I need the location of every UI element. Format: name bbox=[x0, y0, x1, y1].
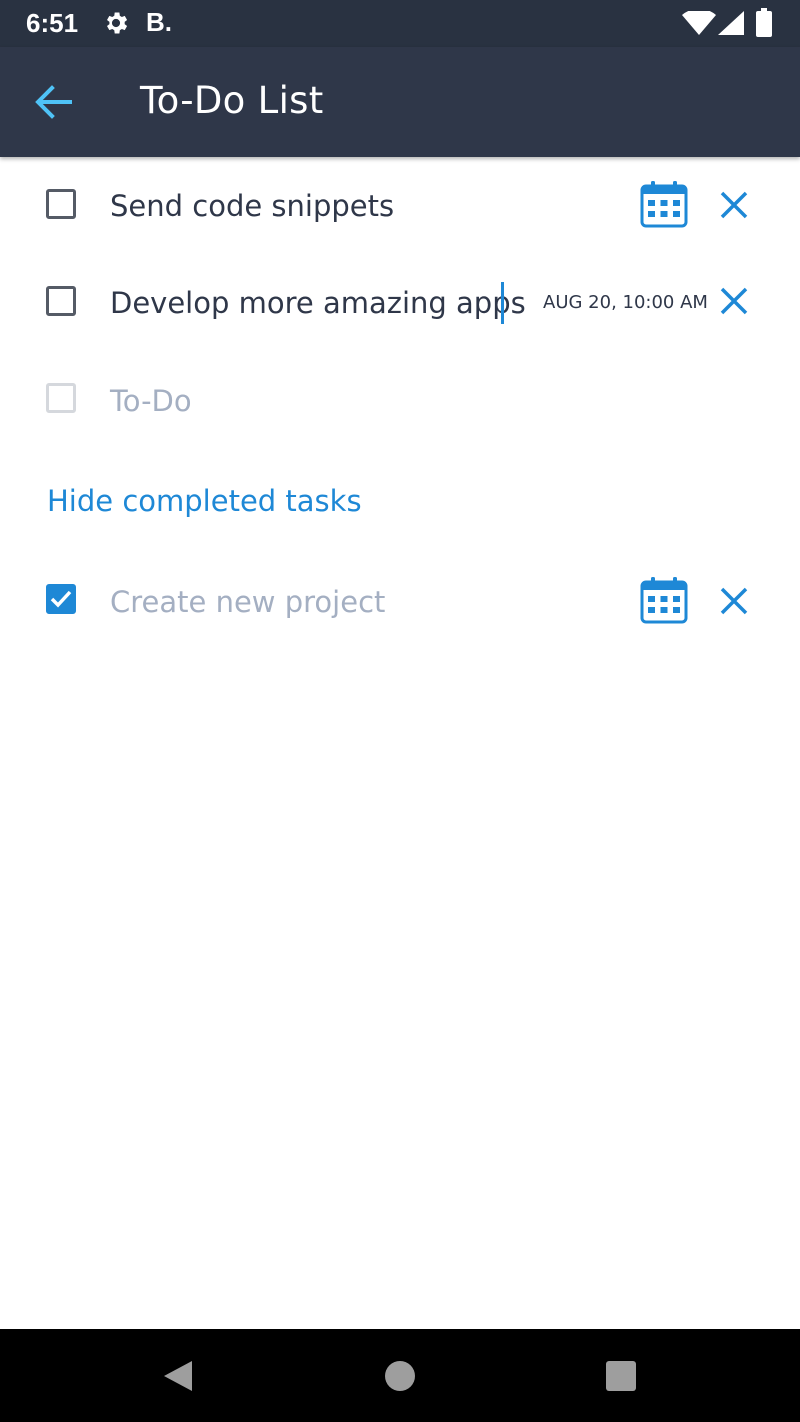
due-date-label[interactable]: AUG 20, 10:00 AM bbox=[543, 292, 708, 313]
gear-icon bbox=[102, 9, 130, 37]
task-checkbox[interactable] bbox=[46, 189, 76, 219]
app-indicator: B. bbox=[146, 7, 172, 37]
task-text[interactable]: Develop more amazing apps bbox=[110, 286, 526, 320]
close-icon[interactable] bbox=[718, 189, 750, 221]
recents-square-icon[interactable] bbox=[606, 1361, 636, 1391]
home-circle-icon[interactable] bbox=[385, 1361, 415, 1391]
battery-icon bbox=[756, 8, 772, 37]
signal-icon bbox=[718, 11, 744, 35]
calendar-icon[interactable] bbox=[640, 576, 688, 624]
task-text[interactable]: Create new project bbox=[110, 585, 385, 619]
text-cursor bbox=[501, 282, 504, 324]
app-bar: To-Do List bbox=[0, 47, 800, 157]
calendar-icon[interactable] bbox=[640, 180, 688, 228]
task-checkbox[interactable] bbox=[46, 286, 76, 316]
page-title: To-Do List bbox=[140, 79, 324, 122]
hide-completed-tasks-link[interactable]: Hide completed tasks bbox=[47, 484, 362, 518]
close-icon[interactable] bbox=[718, 585, 750, 617]
task-text[interactable]: Send code snippets bbox=[110, 189, 394, 223]
status-bar: 6:51 B. bbox=[0, 0, 800, 47]
task-checkbox-checked[interactable] bbox=[46, 584, 76, 614]
new-task-input[interactable]: To-Do bbox=[110, 384, 192, 418]
back-triangle-icon[interactable] bbox=[162, 1359, 194, 1393]
wifi-icon bbox=[682, 8, 716, 35]
close-icon[interactable] bbox=[718, 285, 750, 317]
arrow-left-icon[interactable] bbox=[32, 83, 74, 121]
new-task-checkbox bbox=[46, 383, 76, 413]
status-time: 6:51 bbox=[26, 8, 79, 38]
